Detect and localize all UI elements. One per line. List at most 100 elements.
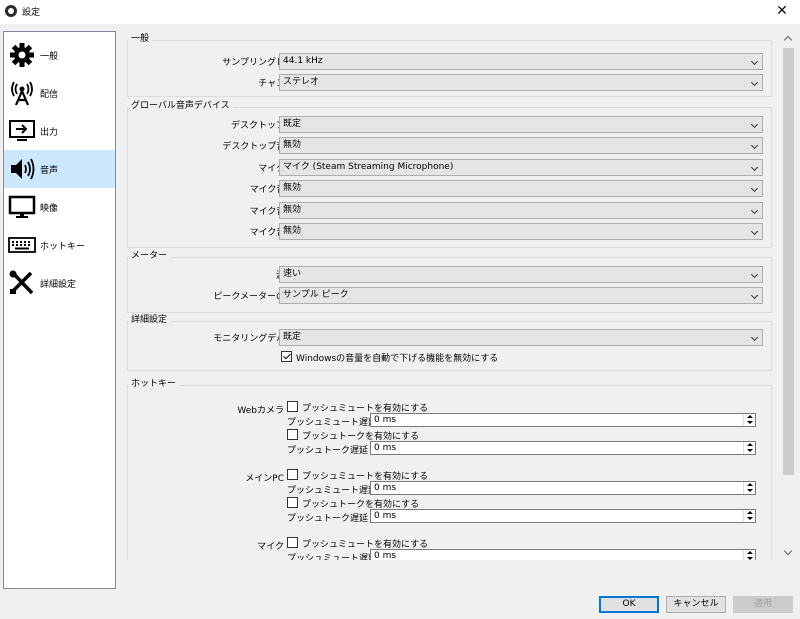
mic-audio-3-value: 無効 xyxy=(283,205,302,215)
push-to-talk-delay-input[interactable]: 0 ms xyxy=(370,509,756,523)
desktop-audio-select[interactable]: 既定 xyxy=(279,116,763,133)
sidebar-item-label: 一般 xyxy=(40,52,59,62)
push-to-mute-delay-input[interactable]: 0 ms xyxy=(370,549,756,560)
hotkey-source-name: マイク xyxy=(257,542,284,552)
sidebar-item-general[interactable]: 一般 xyxy=(4,36,115,74)
monitor-icon xyxy=(8,195,36,218)
broadcast-antenna-icon xyxy=(11,81,33,106)
sidebar-item-label: 出力 xyxy=(40,128,59,138)
chevron-down-icon xyxy=(750,291,759,300)
push-to-mute-delay-label: プッシュミュート遅延 xyxy=(287,554,378,560)
group-title-hotkeys: ホットキー xyxy=(128,379,180,390)
disable-ducking-checkbox[interactable] xyxy=(281,351,292,362)
monitoring-device-select[interactable]: 既定 xyxy=(279,329,763,346)
chevron-down-icon xyxy=(750,57,759,66)
push-to-talk-delay-input[interactable]: 0 ms xyxy=(370,441,756,455)
push-to-talk-checkbox[interactable] xyxy=(287,429,298,440)
channels-select[interactable]: ステレオ xyxy=(279,74,763,91)
sidebar-item-label: ホットキー xyxy=(40,242,86,252)
sidebar-item-label: 音声 xyxy=(40,166,59,176)
disable-ducking-label: Windowsの音量を自動で下げる機能を無効にする xyxy=(296,354,499,364)
push-to-mute-delay-label: プッシュミュート遅延 xyxy=(287,486,378,496)
chevron-down-icon xyxy=(750,120,759,129)
push-to-mute-delay-input[interactable]: 0 ms xyxy=(370,413,756,427)
peak-meter-type-value: サンプル ピーク xyxy=(283,290,349,300)
push-to-talk-delay-label: プッシュトーク遅延 xyxy=(287,446,369,456)
spin-arrows-icon[interactable] xyxy=(743,550,755,560)
monitor-output-icon xyxy=(9,120,35,141)
monitoring-device-value: 既定 xyxy=(283,332,302,342)
channels-value: ステレオ xyxy=(283,77,320,87)
spin-arrows-icon[interactable] xyxy=(743,482,755,494)
scroll-down-arrow-icon[interactable] xyxy=(781,545,796,560)
push-to-mute-checkbox[interactable] xyxy=(287,537,298,548)
sidebar-item-label: 映像 xyxy=(40,204,59,214)
sidebar-item-video[interactable]: 映像 xyxy=(4,188,115,226)
sidebar-item-stream[interactable]: 配信 xyxy=(4,74,115,112)
sample-rate-select[interactable]: 44.1 kHz xyxy=(279,53,763,70)
sidebar-item-advanced[interactable]: 詳細設定 xyxy=(4,264,115,302)
sidebar-item-label: 配信 xyxy=(40,90,59,100)
mic-audio-3-select[interactable]: 無効 xyxy=(279,202,763,219)
push-to-mute-delay-value: 0 ms xyxy=(374,483,397,493)
chevron-down-icon xyxy=(750,270,759,279)
decay-rate-select[interactable]: 速い xyxy=(279,266,763,283)
speaker-icon xyxy=(11,158,35,180)
group-title-general: 一般 xyxy=(128,34,153,45)
close-button[interactable]: ✕ xyxy=(764,0,800,24)
scroll-up-arrow-icon[interactable] xyxy=(781,31,796,46)
mic-audio-4-select[interactable]: 無効 xyxy=(279,223,763,240)
decay-rate-value: 速い xyxy=(283,269,302,279)
push-to-talk-delay-value: 0 ms xyxy=(374,511,397,521)
chevron-down-icon xyxy=(750,163,759,172)
group-title-advanced: 詳細設定 xyxy=(128,315,171,326)
desktop-audio-value: 既定 xyxy=(283,119,302,129)
push-to-talk-checkbox[interactable] xyxy=(287,497,298,508)
mic-audio-select[interactable]: マイク (Steam Streaming Microphone) xyxy=(279,159,763,176)
vertical-scrollbar[interactable] xyxy=(781,31,796,560)
desktop-audio-2-select[interactable]: 無効 xyxy=(279,137,763,154)
tools-icon xyxy=(9,270,34,295)
push-to-talk-delay-value: 0 ms xyxy=(374,443,397,453)
spin-arrows-icon[interactable] xyxy=(743,414,755,426)
gear-icon xyxy=(10,43,34,67)
mic-audio-2-select[interactable]: 無効 xyxy=(279,180,763,197)
obs-logo-icon xyxy=(5,5,17,17)
sidebar-item-output[interactable]: 出力 xyxy=(4,112,115,150)
peak-meter-type-select[interactable]: サンプル ピーク xyxy=(279,287,763,304)
chevron-down-icon xyxy=(750,227,759,236)
mic-audio-2-value: 無効 xyxy=(283,183,302,193)
group-title-meters: メーター xyxy=(128,251,171,262)
push-to-mute-delay-value: 0 ms xyxy=(374,415,397,425)
sidebar-item-label: 詳細設定 xyxy=(40,280,77,290)
push-to-talk-delay-label: プッシュトーク遅延 xyxy=(287,514,369,524)
keyboard-icon xyxy=(8,237,36,253)
push-to-mute-delay-label: プッシュミュート遅延 xyxy=(287,418,378,428)
title-bar: 設定 ✕ xyxy=(0,0,800,24)
window-title: 設定 xyxy=(22,8,41,18)
push-to-mute-delay-input[interactable]: 0 ms xyxy=(370,481,756,495)
sidebar-item-audio[interactable]: 音声 xyxy=(4,150,115,188)
chevron-down-icon xyxy=(750,78,759,87)
cancel-button[interactable]: キャンセル xyxy=(666,596,726,613)
chevron-down-icon xyxy=(750,184,759,193)
audio-settings-panel: 一般 サンプリングレート 44.1 kHz チャンネル ステレオ グローバル音声… xyxy=(119,31,780,560)
chevron-down-icon xyxy=(750,206,759,215)
push-to-mute-checkbox[interactable] xyxy=(287,469,298,480)
chevron-down-icon xyxy=(750,333,759,342)
settings-sidebar: 一般 配信 出力 音声 映像 ホットキー 詳細設定 xyxy=(3,31,116,589)
group-title-global-audio: グローバル音声デバイス xyxy=(128,101,233,112)
ok-button[interactable]: OK xyxy=(599,596,659,613)
apply-button[interactable]: 適用 xyxy=(733,596,793,613)
push-to-mute-delay-value: 0 ms xyxy=(374,551,397,560)
scrollbar-thumb[interactable] xyxy=(783,48,794,475)
spin-arrows-icon[interactable] xyxy=(743,510,755,522)
hotkey-source-name: Webカメラ xyxy=(237,406,284,416)
chevron-down-icon xyxy=(750,141,759,150)
spin-arrows-icon[interactable] xyxy=(743,442,755,454)
desktop-audio-2-value: 無効 xyxy=(283,140,302,150)
sidebar-item-hotkeys[interactable]: ホットキー xyxy=(4,226,115,264)
push-to-mute-checkbox[interactable] xyxy=(287,401,298,412)
hotkey-source-name: メインPC xyxy=(245,474,284,484)
mic-audio-value: マイク (Steam Streaming Microphone) xyxy=(283,162,454,172)
